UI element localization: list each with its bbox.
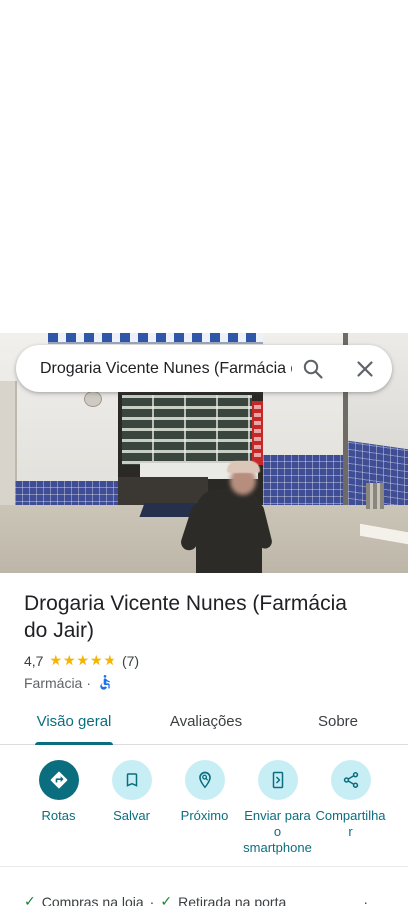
search-icon[interactable] bbox=[301, 357, 325, 381]
tab-overview[interactable]: Visão geral bbox=[8, 702, 140, 745]
star-icon: ★ ★ bbox=[62, 653, 76, 669]
photo-shelf-posts bbox=[122, 395, 252, 465]
action-label: Próximo bbox=[180, 808, 229, 823]
review-count[interactable]: (7) bbox=[122, 653, 139, 669]
star-fill: ★ bbox=[49, 653, 63, 669]
share-button[interactable]: Compartilhar bbox=[314, 746, 387, 866]
attribute-separator: · bbox=[149, 894, 155, 906]
action-bar: Rotas Salvar Próximo Enviar para o smart… bbox=[22, 746, 387, 866]
directions-icon[interactable] bbox=[38, 760, 79, 800]
star-fill: ★ bbox=[76, 653, 90, 669]
photo-tiles-right bbox=[263, 455, 345, 511]
star-icon: ★ ★ bbox=[89, 653, 103, 669]
tab-reviews[interactable]: Avaliações bbox=[140, 702, 272, 744]
category-row: Farmácia · bbox=[24, 674, 113, 692]
place-panel: Drogaria Vicente Nunes (Farmácia d Droga… bbox=[0, 0, 408, 906]
tab-label-text: Sobre bbox=[317, 713, 359, 730]
rating-stars: ★ ★ ★ ★ ★ ★ ★ ★ ★ ★ bbox=[49, 652, 117, 670]
rating-row[interactable]: 4,7 ★ ★ ★ ★ ★ ★ ★ ★ ★ ★ (7) bbox=[24, 652, 139, 670]
action-label: Enviar para o smartphone bbox=[243, 808, 312, 855]
photo-pipes bbox=[366, 483, 384, 509]
action-label: Rotas bbox=[41, 808, 76, 823]
bookmark-icon[interactable] bbox=[111, 760, 152, 800]
action-label: Compartilhar bbox=[315, 808, 386, 839]
tab-about[interactable]: Sobre bbox=[272, 702, 404, 744]
nearby-button[interactable]: Próximo bbox=[168, 746, 241, 866]
tab-label: Visão geral bbox=[34, 713, 114, 745]
search-input[interactable]: Drogaria Vicente Nunes (Farmácia d bbox=[40, 345, 292, 392]
service-attributes: ✓ Compras na loja · ✓ Retirada na porta … bbox=[0, 867, 408, 906]
action-label: Salvar bbox=[113, 808, 150, 823]
place-title: Drogaria Vicente Nunes (Farmácia do Jair… bbox=[24, 592, 347, 642]
star-icon: ★ ★ bbox=[76, 653, 90, 669]
check-icon: ✓ bbox=[160, 894, 173, 906]
place-category[interactable]: Farmácia bbox=[24, 675, 82, 691]
tab-label-text: Avaliações bbox=[169, 713, 243, 730]
share-icon[interactable] bbox=[330, 760, 371, 800]
rating-value: 4,7 bbox=[24, 653, 44, 669]
attribute-label: Compras na loja bbox=[41, 894, 144, 906]
send-to-phone-icon[interactable] bbox=[257, 760, 298, 800]
star-icon: ★ ★ bbox=[103, 653, 117, 669]
directions-button[interactable]: Rotas bbox=[22, 746, 95, 866]
photo-red-sign-lettering bbox=[254, 405, 261, 461]
attribute-label: Retirada na porta bbox=[178, 894, 287, 906]
tab-label: Sobre bbox=[318, 713, 358, 731]
map-area[interactable] bbox=[0, 0, 408, 333]
tab-label: Avaliações bbox=[170, 713, 242, 731]
active-tab-indicator bbox=[34, 742, 114, 745]
tab-label-text: Visão geral bbox=[36, 713, 112, 730]
send-to-phone-button[interactable]: Enviar para o smartphone bbox=[241, 746, 314, 866]
wheelchair-icon bbox=[97, 675, 113, 691]
save-button[interactable]: Salvar bbox=[95, 746, 168, 866]
photo-person-hat bbox=[227, 461, 260, 473]
close-icon[interactable] bbox=[353, 357, 377, 381]
photo-person bbox=[196, 489, 262, 573]
star-fill: ★ bbox=[103, 653, 113, 669]
star-fill: ★ bbox=[89, 653, 103, 669]
nearby-icon[interactable] bbox=[184, 760, 225, 800]
check-icon: ✓ bbox=[24, 894, 36, 906]
attribute-item: ✓ Retirada na porta bbox=[160, 893, 286, 906]
star-icon: ★ ★ bbox=[49, 653, 63, 669]
category-separator: · bbox=[86, 675, 92, 691]
search-bar[interactable]: Drogaria Vicente Nunes (Farmácia d bbox=[16, 345, 392, 392]
star-fill: ★ bbox=[62, 653, 76, 669]
photo-round-sign bbox=[84, 391, 102, 407]
attribute-separator: · bbox=[363, 894, 368, 906]
tab-bar: Visão geral Avaliações Sobre bbox=[0, 702, 408, 745]
attribute-item: ✓ Compras na loja bbox=[24, 893, 144, 906]
